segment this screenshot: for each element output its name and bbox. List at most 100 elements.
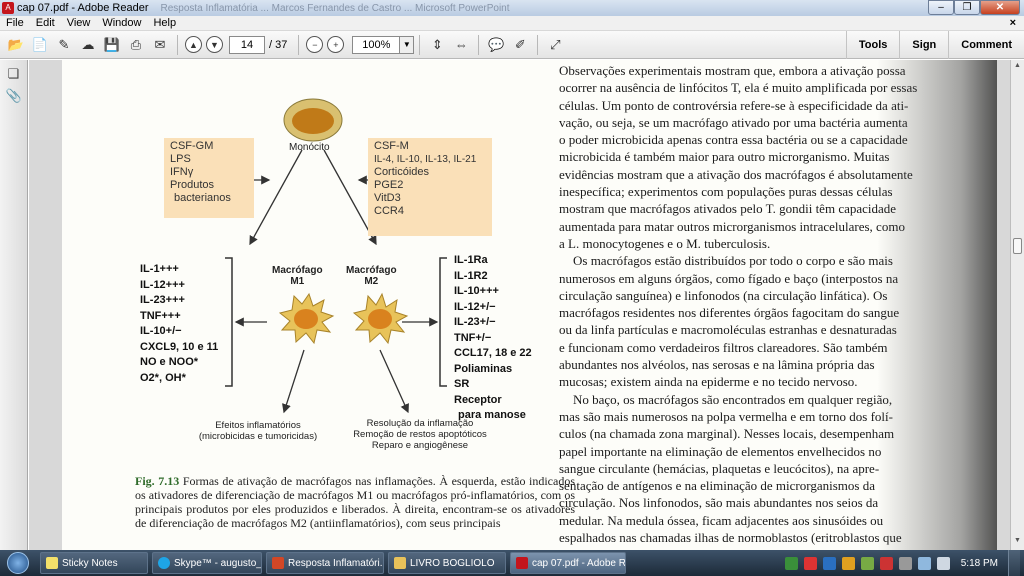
show-desktop-button[interactable]	[1008, 550, 1020, 576]
upload-icon[interactable]: ☁	[78, 35, 98, 55]
tray-app-icon[interactable]	[822, 556, 836, 570]
clock[interactable]: 5:18 PM	[961, 558, 998, 569]
m2-product: Poliaminas	[454, 362, 513, 375]
open-icon[interactable]: 📂	[6, 35, 26, 55]
edit-icon[interactable]: ✎	[54, 35, 74, 55]
email-icon[interactable]: ✉	[150, 35, 170, 55]
tray-app-icon[interactable]	[879, 556, 893, 570]
tray-app-icon[interactable]	[898, 556, 912, 570]
sign-button[interactable]: Sign	[899, 30, 948, 59]
powerpoint-icon	[272, 557, 284, 569]
fullscreen-icon[interactable]: ⤢	[545, 35, 565, 55]
vertical-scrollbar[interactable]: ▲ ▼	[1010, 60, 1024, 550]
zoom-dropdown-icon[interactable]: ▼	[400, 35, 415, 54]
highlight-icon[interactable]: ✐	[510, 35, 530, 55]
m1-activator: IFNγ	[170, 166, 194, 178]
m1-activator: CSF-GM	[170, 140, 214, 152]
comment-button[interactable]: Comment	[948, 30, 1024, 59]
skype-icon	[158, 557, 170, 569]
save-icon[interactable]: 💾	[102, 35, 122, 55]
toolbar-separator	[537, 34, 539, 55]
m1-product: TNF+++	[140, 309, 181, 322]
adobe-reader-icon	[516, 557, 528, 569]
comment-bubble-icon[interactable]: 💬	[486, 35, 506, 55]
create-pdf-icon[interactable]: 📄	[30, 35, 50, 55]
scroll-thumb[interactable]	[1013, 238, 1022, 254]
system-tray: 5:18 PM	[782, 550, 1024, 576]
m1-effect-label: Efeitos inflamatórios (microbicidas e tu…	[178, 420, 338, 442]
m2-product: IL-1R2	[454, 269, 488, 282]
m2-activators-box: CSF-M IL-4, IL-10, IL-13, IL-21 Corticói…	[368, 138, 492, 236]
m2-activator: PGE2	[374, 179, 404, 191]
next-page-icon[interactable]: ▼	[206, 36, 223, 53]
navigation-pane: ❏ 📎	[0, 60, 28, 550]
task-label: Skype™ - augusto_sc...	[174, 557, 262, 569]
tray-app-icon[interactable]	[860, 556, 874, 570]
document-area[interactable]: Monócito CSF-GM LPS IFNγ Produtos bacter…	[29, 60, 1010, 550]
scroll-down-icon[interactable]: ▼	[1012, 537, 1023, 548]
tools-button[interactable]: Tools	[845, 30, 900, 59]
m1-effect-line: (microbicidas e tumoricidas)	[198, 431, 318, 442]
previous-page-icon[interactable]: ▲	[185, 36, 202, 53]
folder-icon	[394, 557, 406, 569]
m2-product: IL-23+/−	[454, 316, 496, 328]
maximize-button[interactable]: ❐	[954, 0, 980, 15]
m2-activator: VitD3	[374, 192, 401, 204]
close-button[interactable]: ✕	[980, 0, 1020, 15]
zoom-out-icon[interactable]: −	[306, 36, 324, 53]
m1-label: Macrófago M1	[272, 265, 323, 287]
right-panel-links: Tools Sign Comment	[845, 30, 1024, 59]
menu-view[interactable]: View	[61, 17, 97, 29]
attachments-icon[interactable]: 📎	[6, 88, 22, 104]
adobe-reader-icon: A	[2, 2, 14, 14]
tray-app-icon[interactable]	[841, 556, 855, 570]
zoom-input[interactable]: 100%	[352, 35, 401, 54]
taskbar-livro-folder[interactable]: LIVRO BOGLIOLO	[388, 552, 506, 574]
tray-app-icon[interactable]	[803, 556, 817, 570]
menu-edit[interactable]: Edit	[30, 17, 61, 29]
fit-width-icon[interactable]: ⇔	[451, 35, 471, 55]
figure-caption: Fig. 7.13 Formas de ativação de macrófag…	[135, 474, 575, 530]
menu-help[interactable]: Help	[147, 17, 182, 29]
m2-effect-line: Remoção de restos apoptóticos	[353, 429, 487, 440]
taskbar-powerpoint[interactable]: Resposta Inflamatóri...	[266, 552, 384, 574]
m2-activator: CCR4	[374, 205, 404, 217]
task-label: LIVRO BOGLIOLO	[410, 557, 495, 569]
arrow-to-m1	[249, 149, 303, 246]
m2-effect-line: Resolução da inflamação	[366, 418, 474, 429]
arrow-m2-effect	[379, 349, 409, 414]
minimize-button[interactable]: –	[928, 0, 954, 15]
menu-window[interactable]: Window	[96, 17, 147, 29]
taskbar-sticky-notes[interactable]: Sticky Notes	[40, 552, 148, 574]
volume-icon[interactable]	[936, 556, 950, 570]
scroll-up-icon[interactable]: ▲	[1012, 62, 1023, 73]
m1-activators-box: CSF-GM LPS IFNγ Produtos bacterianos	[164, 138, 254, 218]
page-total: / 37	[269, 38, 288, 51]
windows-logo-icon	[7, 552, 29, 574]
caption-text: Formas de ativação de macrófagos nas inf…	[135, 474, 576, 530]
m1-products-list: IL-1+++ IL-12+++ IL-23+++ TNF+++ IL-10+/…	[140, 262, 218, 386]
page-number-input[interactable]: 14	[229, 35, 265, 54]
network-icon[interactable]	[917, 556, 931, 570]
taskbar-skype[interactable]: Skype™ - augusto_sc...	[152, 552, 262, 574]
background-window-title: Resposta Inflamatória ... Marcos Fernand…	[160, 2, 510, 14]
menu-file[interactable]: File	[0, 17, 30, 29]
print-icon[interactable]: ⎙	[126, 35, 146, 55]
page-thumbnails-icon[interactable]: ❏	[6, 66, 22, 82]
tray-app-icon[interactable]	[784, 556, 798, 570]
m1-product: IL-1+++	[140, 263, 179, 275]
m2-product: IL-10+++	[454, 285, 499, 297]
taskbar-adobe-reader[interactable]: cap 07.pdf - Adobe R...	[510, 552, 626, 574]
m1-product: IL-23+++	[140, 294, 185, 306]
m1-product: O2*, OH*	[140, 371, 186, 384]
adobe-reader-window: A cap 07.pdf - Adobe Reader Resposta Inf…	[0, 0, 1024, 576]
m1-product: CXCL9, 10 e 11	[140, 340, 219, 353]
page-edge-shadow	[877, 60, 997, 550]
start-button[interactable]	[0, 550, 36, 576]
zoom-in-icon[interactable]: +	[327, 36, 345, 53]
m1-product: IL-12+++	[140, 278, 185, 291]
close-document-icon[interactable]: ×	[1004, 17, 1024, 29]
m2-macrophage-cell	[352, 292, 409, 345]
m2-label-line: M2	[364, 276, 379, 287]
fit-page-icon[interactable]: ⇕	[427, 35, 447, 55]
